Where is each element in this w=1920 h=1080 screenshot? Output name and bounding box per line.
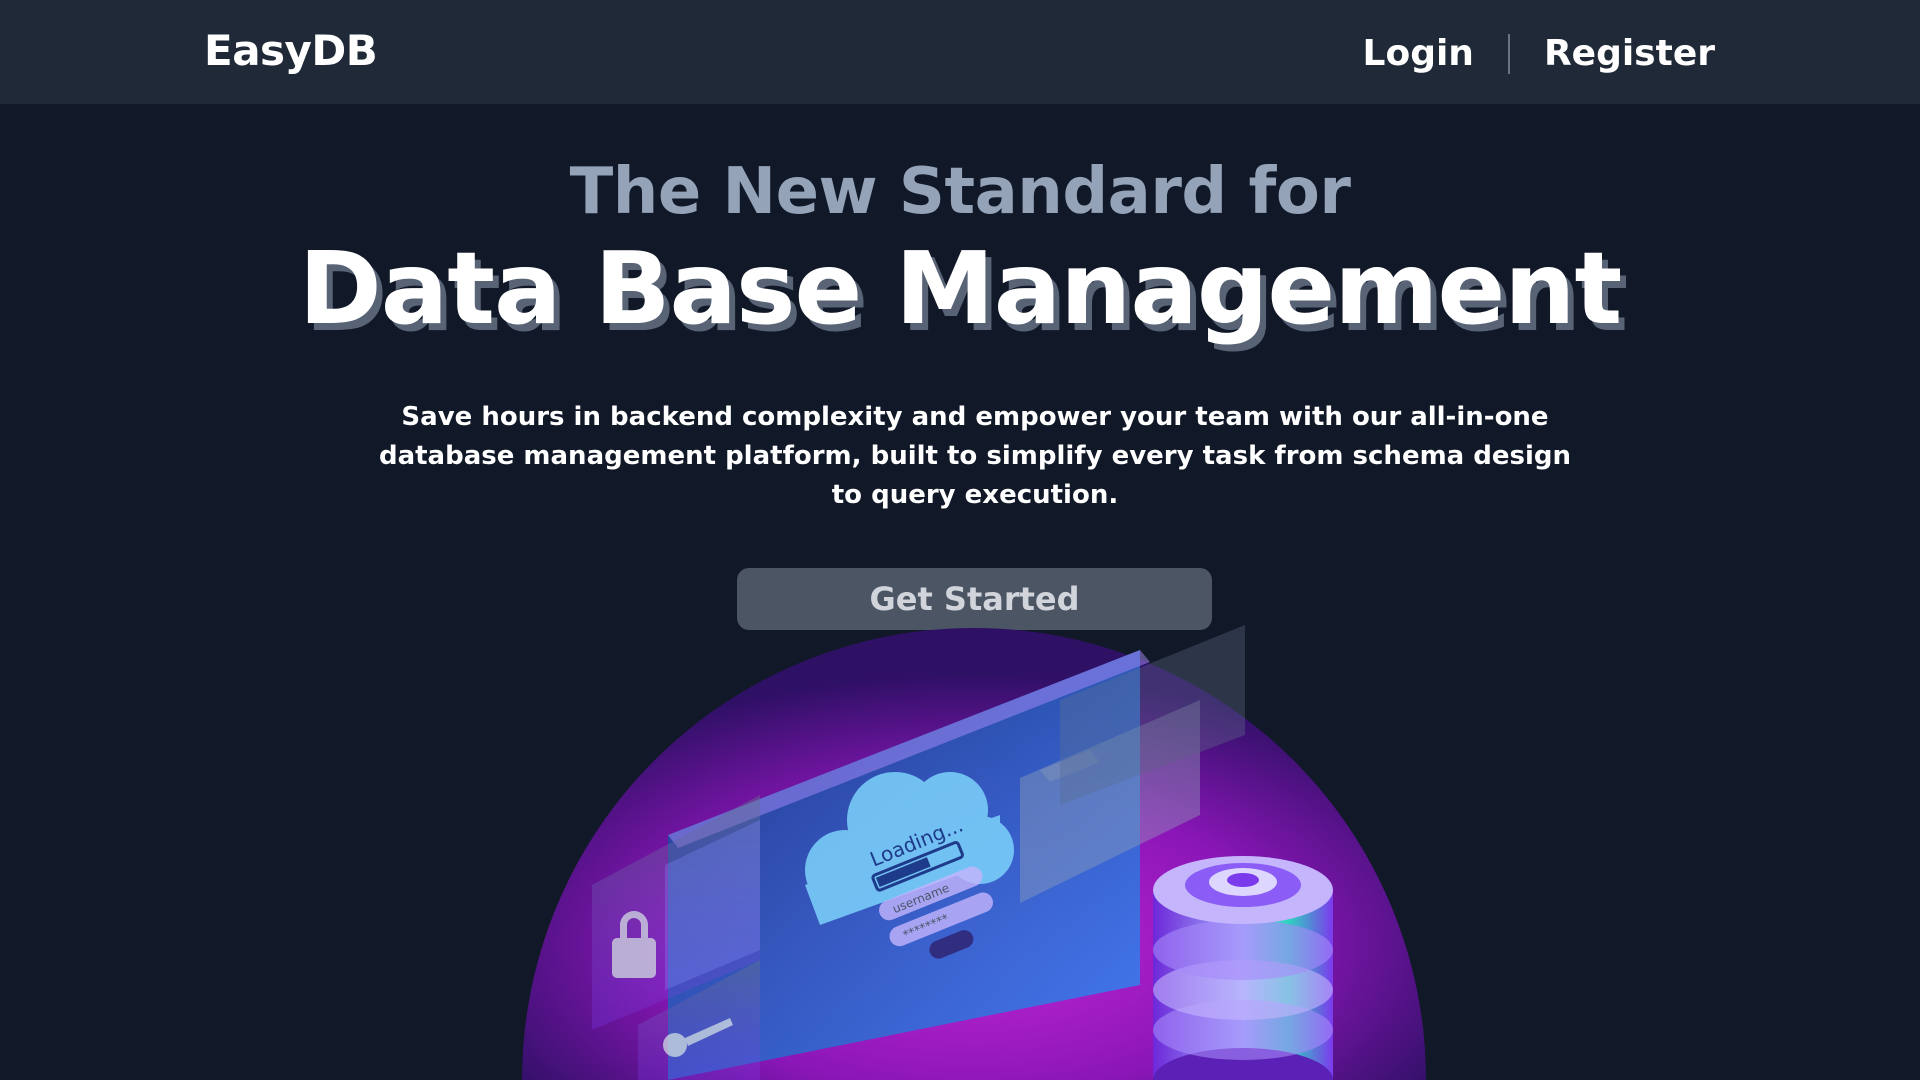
database-cylinder-icon	[1153, 856, 1333, 1080]
hero-title: Data Base Management	[298, 230, 1623, 347]
hero-subtitle: The New Standard for	[569, 155, 1351, 229]
database-illustration: Loading... username ********	[522, 625, 1426, 1080]
auth-nav: Login Register	[1363, 30, 1715, 78]
top-navigation-bar: EasyDB Login Register	[0, 0, 1920, 104]
brand-logo[interactable]: EasyDB	[204, 26, 378, 75]
login-link[interactable]: Login	[1363, 30, 1474, 78]
register-link[interactable]: Register	[1544, 30, 1715, 78]
nav-divider	[1507, 34, 1510, 74]
hero-description: Save hours in backend complexity and emp…	[378, 402, 1572, 510]
